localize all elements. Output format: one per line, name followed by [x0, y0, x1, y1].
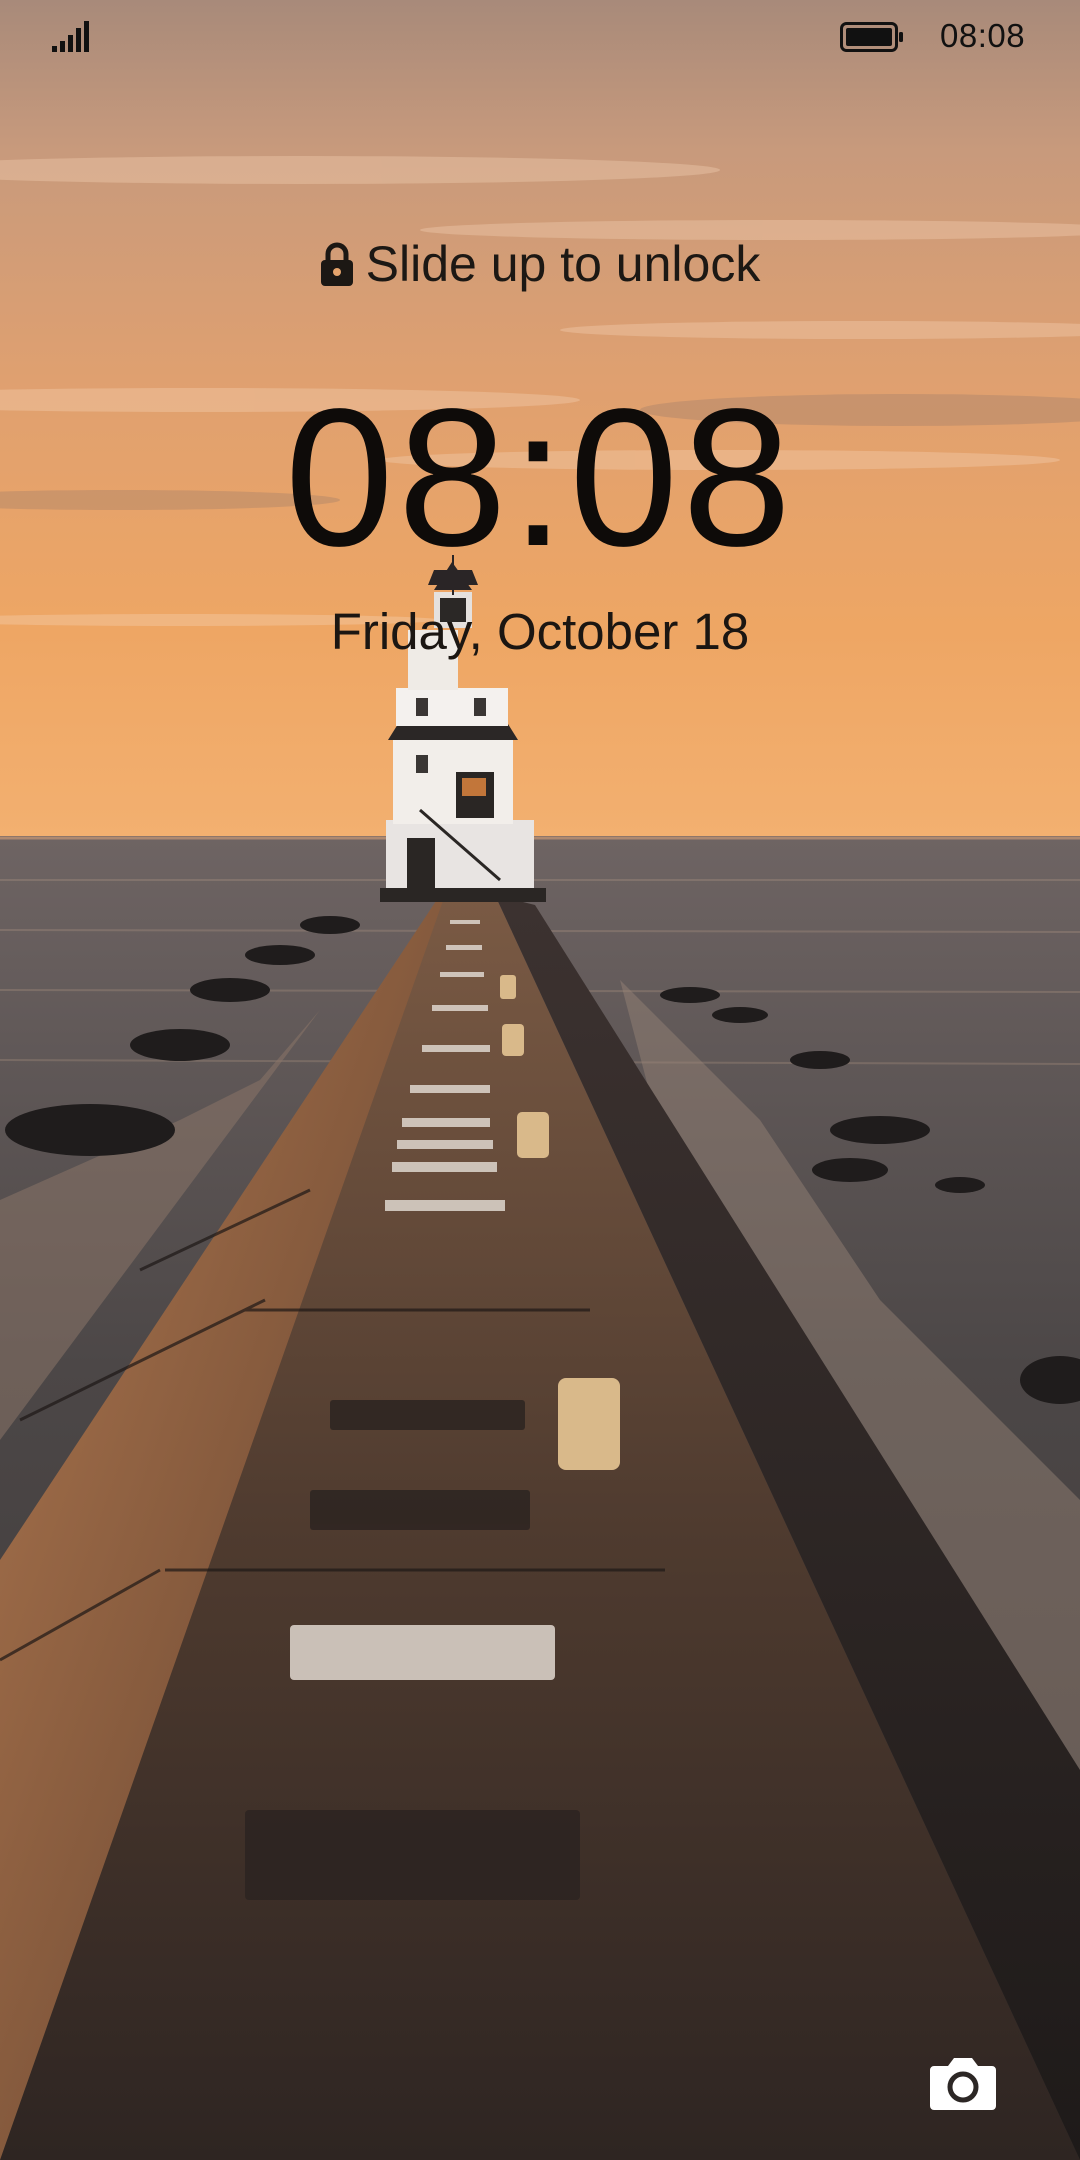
camera-icon[interactable]	[928, 2054, 998, 2112]
lockscreen-date: Friday, October 18	[330, 603, 750, 660]
unlock-hint[interactable]: Slide up to unlock	[0, 232, 1080, 296]
unlock-hint-text: Slide up to unlock	[365, 236, 761, 292]
status-time: 08:08	[940, 17, 1026, 54]
wallpaper	[0, 0, 1080, 2160]
battery-full-icon	[840, 22, 903, 52]
status-bar: 08:08	[0, 0, 1080, 72]
lockscreen-clock: 08:08	[284, 368, 796, 587]
cellular-signal-icon	[52, 21, 89, 52]
lock-icon	[320, 242, 353, 286]
